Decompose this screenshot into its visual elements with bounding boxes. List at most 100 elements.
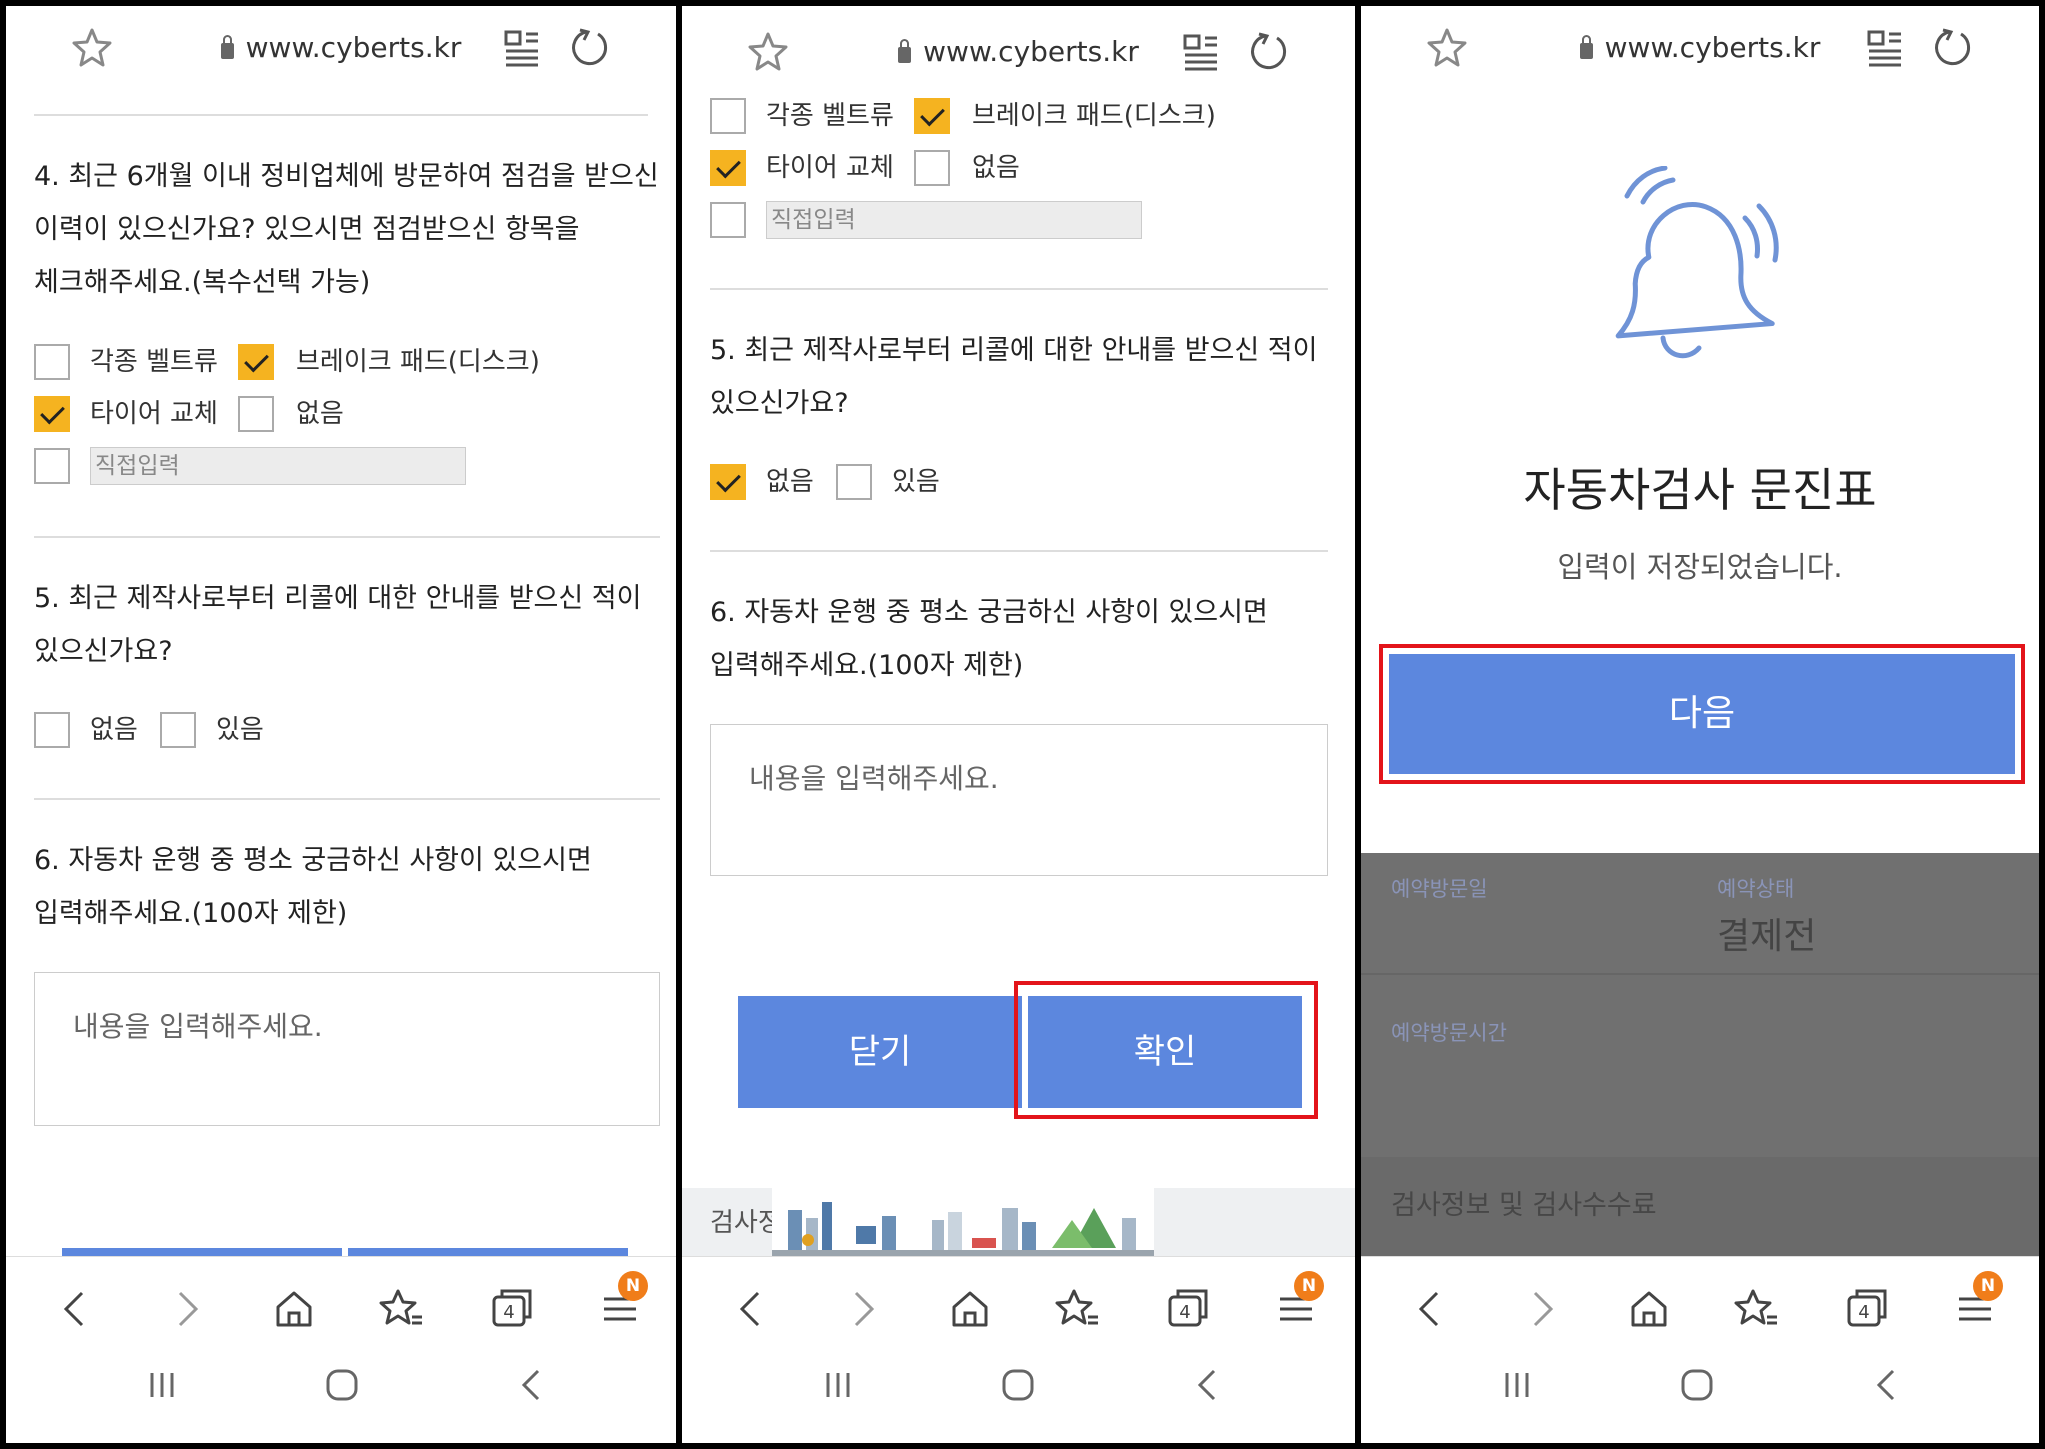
option-label: 각종 벨트류	[90, 347, 218, 377]
reservation-date-label: 예약방문일	[1391, 877, 1488, 901]
back-icon[interactable]	[52, 1285, 100, 1333]
home-icon[interactable]	[270, 1285, 318, 1333]
forward-icon[interactable]	[162, 1285, 210, 1333]
reload-icon[interactable]	[566, 24, 614, 72]
tab-count: 4	[1858, 1302, 1869, 1323]
checkbox-recall-no[interactable]	[34, 712, 70, 748]
tab-count: 4	[503, 1302, 514, 1323]
system-back-icon[interactable]	[1863, 1361, 1911, 1409]
reader-icon[interactable]	[1177, 28, 1225, 76]
url-text: www.cyberts.kr	[245, 31, 462, 64]
dimmed-background: 예약방문일 예약상태 결제전 예약방문시간 검사정보 및 검사수수료	[1361, 853, 2039, 1257]
divider	[34, 536, 660, 538]
checkbox-direct-input[interactable]	[710, 202, 746, 238]
tab-count: 4	[1179, 1302, 1190, 1323]
tabs-icon[interactable]: 4	[1843, 1285, 1891, 1333]
screenshot-panel-3: www.cyberts.kr 자동차검사 문진표 입력이 저장되었습니다. 다음…	[1361, 6, 2039, 1443]
question-6-textarea[interactable]: 내용을 입력해주세요.	[34, 972, 660, 1126]
system-back-icon[interactable]	[508, 1361, 556, 1409]
question-4-text: 체크해주세요.(복수선택 가능)	[34, 267, 371, 298]
checkbox-none[interactable]	[914, 150, 950, 186]
checkbox-brake[interactable]	[914, 98, 950, 134]
browser-topbar: www.cyberts.kr	[6, 6, 676, 88]
bookmarks-icon[interactable]	[1054, 1285, 1102, 1333]
option-label: 있음	[216, 715, 264, 745]
forward-icon[interactable]	[838, 1285, 886, 1333]
checkbox-direct-input[interactable]	[34, 448, 70, 484]
lock-icon	[898, 39, 912, 63]
checkbox-recall-no[interactable]	[710, 464, 746, 500]
divider	[1361, 973, 2039, 975]
highlight-next	[1379, 644, 2025, 784]
divider	[34, 114, 648, 116]
divider	[710, 288, 1328, 290]
inspection-info-label: 검사정보 및 검사수수료	[1391, 1190, 1657, 1221]
option-label: 브레이크 패드(디스크)	[296, 347, 540, 377]
reader-icon[interactable]	[1861, 24, 1909, 72]
screenshot-panel-2: www.cyberts.kr 각종 벨트류 브레이크 패드(디스크) 타이어 교…	[682, 6, 1355, 1443]
tabs-icon[interactable]: 4	[1164, 1285, 1212, 1333]
bookmarks-icon[interactable]	[378, 1285, 426, 1333]
browser-topbar: www.cyberts.kr	[1361, 6, 2039, 88]
checkbox-recall-yes[interactable]	[160, 712, 196, 748]
bell-icon	[1615, 166, 1779, 359]
url-text: www.cyberts.kr	[1604, 31, 1821, 64]
question-4-text: 이력이 있으신가요? 있으시면 점검받으신 항목을	[34, 214, 580, 245]
question-5-text: 있으신가요?	[34, 636, 173, 667]
question-6-text: 입력해주세요.(100자 제한)	[710, 650, 1024, 681]
question-5-text: 5. 최근 제작사로부터 리콜에 대한 안내를 받으신 적이	[710, 335, 1318, 366]
checkbox-tire[interactable]	[710, 150, 746, 186]
lock-icon	[1579, 35, 1593, 59]
inspection-banner: 검사정	[682, 1188, 1355, 1258]
close-button[interactable]: 닫기	[738, 996, 1022, 1108]
screenshot-panel-1: www.cyberts.kr 4. 최근 6개월 이내 정비업체에 방문하여 점…	[6, 6, 676, 1443]
browser-topbar: www.cyberts.kr	[682, 6, 1355, 94]
reload-icon[interactable]	[1929, 24, 1977, 72]
checkbox-belt[interactable]	[710, 98, 746, 134]
banner-label: 검사정	[710, 1208, 782, 1238]
divider	[34, 798, 660, 800]
lock-icon	[220, 35, 234, 59]
recents-icon[interactable]	[814, 1361, 862, 1409]
option-label: 없음	[766, 467, 814, 497]
reload-icon[interactable]	[1245, 28, 1293, 76]
option-label: 각종 벨트류	[766, 101, 894, 131]
reservation-status-label: 예약상태	[1717, 877, 1795, 901]
menu-badge: N	[1973, 1271, 2003, 1301]
question-6-text: 입력해주세요.(100자 제한)	[34, 898, 348, 929]
reservation-time-label: 예약방문시간	[1391, 1021, 1507, 1045]
save-dialog: 자동차검사 문진표 입력이 저장되었습니다. 다음 예약방문일 예약상태 결제전…	[1361, 6, 2039, 1443]
option-label: 타이어 교체	[90, 399, 218, 429]
browser-bottom-nav: 4 N	[6, 1256, 676, 1443]
back-icon[interactable]	[728, 1285, 776, 1333]
checkbox-none[interactable]	[238, 396, 274, 432]
url-text: www.cyberts.kr	[923, 35, 1139, 68]
menu-badge: N	[1294, 1271, 1324, 1301]
recents-icon[interactable]	[1493, 1361, 1541, 1409]
direct-input-field[interactable]: 직접입력	[766, 201, 1142, 239]
question-6-textarea[interactable]: 내용을 입력해주세요.	[710, 724, 1328, 876]
browser-bottom-nav: 4 N	[1361, 1256, 2039, 1443]
back-icon[interactable]	[1407, 1285, 1455, 1333]
home-button-icon[interactable]	[318, 1361, 366, 1409]
checkbox-belt[interactable]	[34, 344, 70, 380]
system-back-icon[interactable]	[1184, 1361, 1232, 1409]
menu-badge: N	[618, 1271, 648, 1301]
form-content: 4. 최근 6개월 이내 정비업체에 방문하여 점검을 받으신 이력이 있으신가…	[6, 88, 676, 1443]
option-label: 브레이크 패드(디스크)	[972, 101, 1216, 131]
home-button-icon[interactable]	[994, 1361, 1042, 1409]
question-5-text: 5. 최근 제작사로부터 리콜에 대한 안내를 받으신 적이	[34, 583, 642, 614]
reader-icon[interactable]	[498, 24, 546, 72]
checkbox-tire[interactable]	[34, 396, 70, 432]
checkbox-brake[interactable]	[238, 344, 274, 380]
home-icon[interactable]	[946, 1285, 994, 1333]
home-button-icon[interactable]	[1673, 1361, 1721, 1409]
form-content: 각종 벨트류 브레이크 패드(디스크) 타이어 교체 없음 직접입력 5. 최근…	[682, 6, 1355, 1443]
forward-icon[interactable]	[1517, 1285, 1565, 1333]
bookmarks-icon[interactable]	[1733, 1285, 1781, 1333]
direct-input-field[interactable]: 직접입력	[90, 447, 466, 485]
tabs-icon[interactable]: 4	[488, 1285, 536, 1333]
recents-icon[interactable]	[138, 1361, 186, 1409]
home-icon[interactable]	[1625, 1285, 1673, 1333]
checkbox-recall-yes[interactable]	[836, 464, 872, 500]
